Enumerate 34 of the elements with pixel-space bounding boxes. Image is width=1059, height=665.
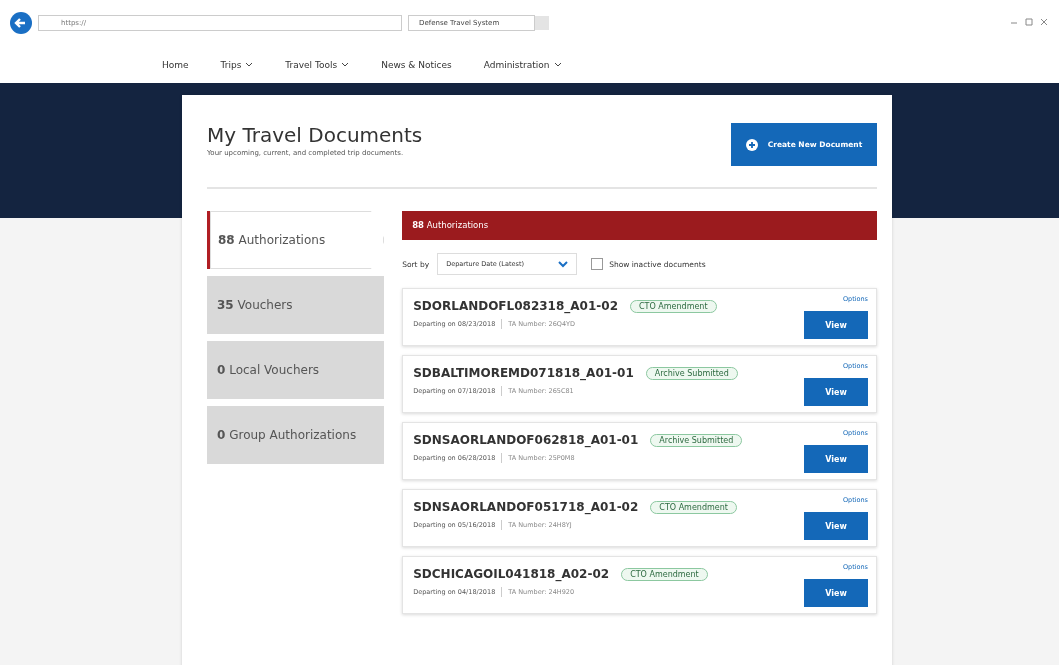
view-button[interactable]: View xyxy=(804,311,868,339)
category-tab[interactable]: 88 Authorizations xyxy=(207,211,385,269)
document-name: SDORLANDOFL082318_A01-02 xyxy=(413,299,618,313)
view-button[interactable]: View xyxy=(804,579,868,607)
back-icon[interactable] xyxy=(10,12,32,34)
category-tab[interactable]: 0 Group Authorizations xyxy=(207,406,385,464)
document-name: SDCHICAGOIL041818_A02-02 xyxy=(413,567,610,581)
chevron-down-icon xyxy=(245,61,254,68)
document-name: SDBALTIMOREMD071818_A01-01 xyxy=(413,366,634,380)
view-button[interactable]: View xyxy=(804,445,868,473)
status-badge: CTO Amendment xyxy=(630,299,717,313)
status-badge: Archive Submitted xyxy=(650,433,743,447)
window-controls-icon[interactable] xyxy=(1009,17,1049,29)
checkbox[interactable] xyxy=(591,258,604,270)
nav-link[interactable]: Travel Tools xyxy=(285,59,350,70)
nav-link[interactable]: Trips xyxy=(220,59,254,70)
document-name: SDNSAORLANDOF051718_A01-02 xyxy=(413,500,639,514)
status-badge: CTO Amendment xyxy=(621,567,708,581)
chevron-down-icon xyxy=(553,61,562,68)
category-tab[interactable]: 35 Vouchers xyxy=(207,276,385,334)
nav-link[interactable]: Home xyxy=(162,59,189,70)
view-button[interactable]: View xyxy=(804,512,868,540)
category-tab[interactable]: 0 Local Vouchers xyxy=(207,341,385,399)
nav-link[interactable]: Administration xyxy=(483,59,562,70)
document-name: SDNSAORLANDOF062818_A01-01 xyxy=(413,433,639,447)
status-badge: Archive Submitted xyxy=(645,366,738,380)
page-title: My Travel Documents xyxy=(207,123,423,147)
view-button[interactable]: View xyxy=(804,378,868,406)
plus-circle-icon xyxy=(745,138,758,151)
chevron-down-icon xyxy=(341,61,350,68)
chevron-down-icon xyxy=(558,260,569,268)
status-badge: CTO Amendment xyxy=(650,500,737,514)
nav-link[interactable]: News & Notices xyxy=(381,59,452,70)
panel-header: 88 Authorizations xyxy=(402,211,877,240)
